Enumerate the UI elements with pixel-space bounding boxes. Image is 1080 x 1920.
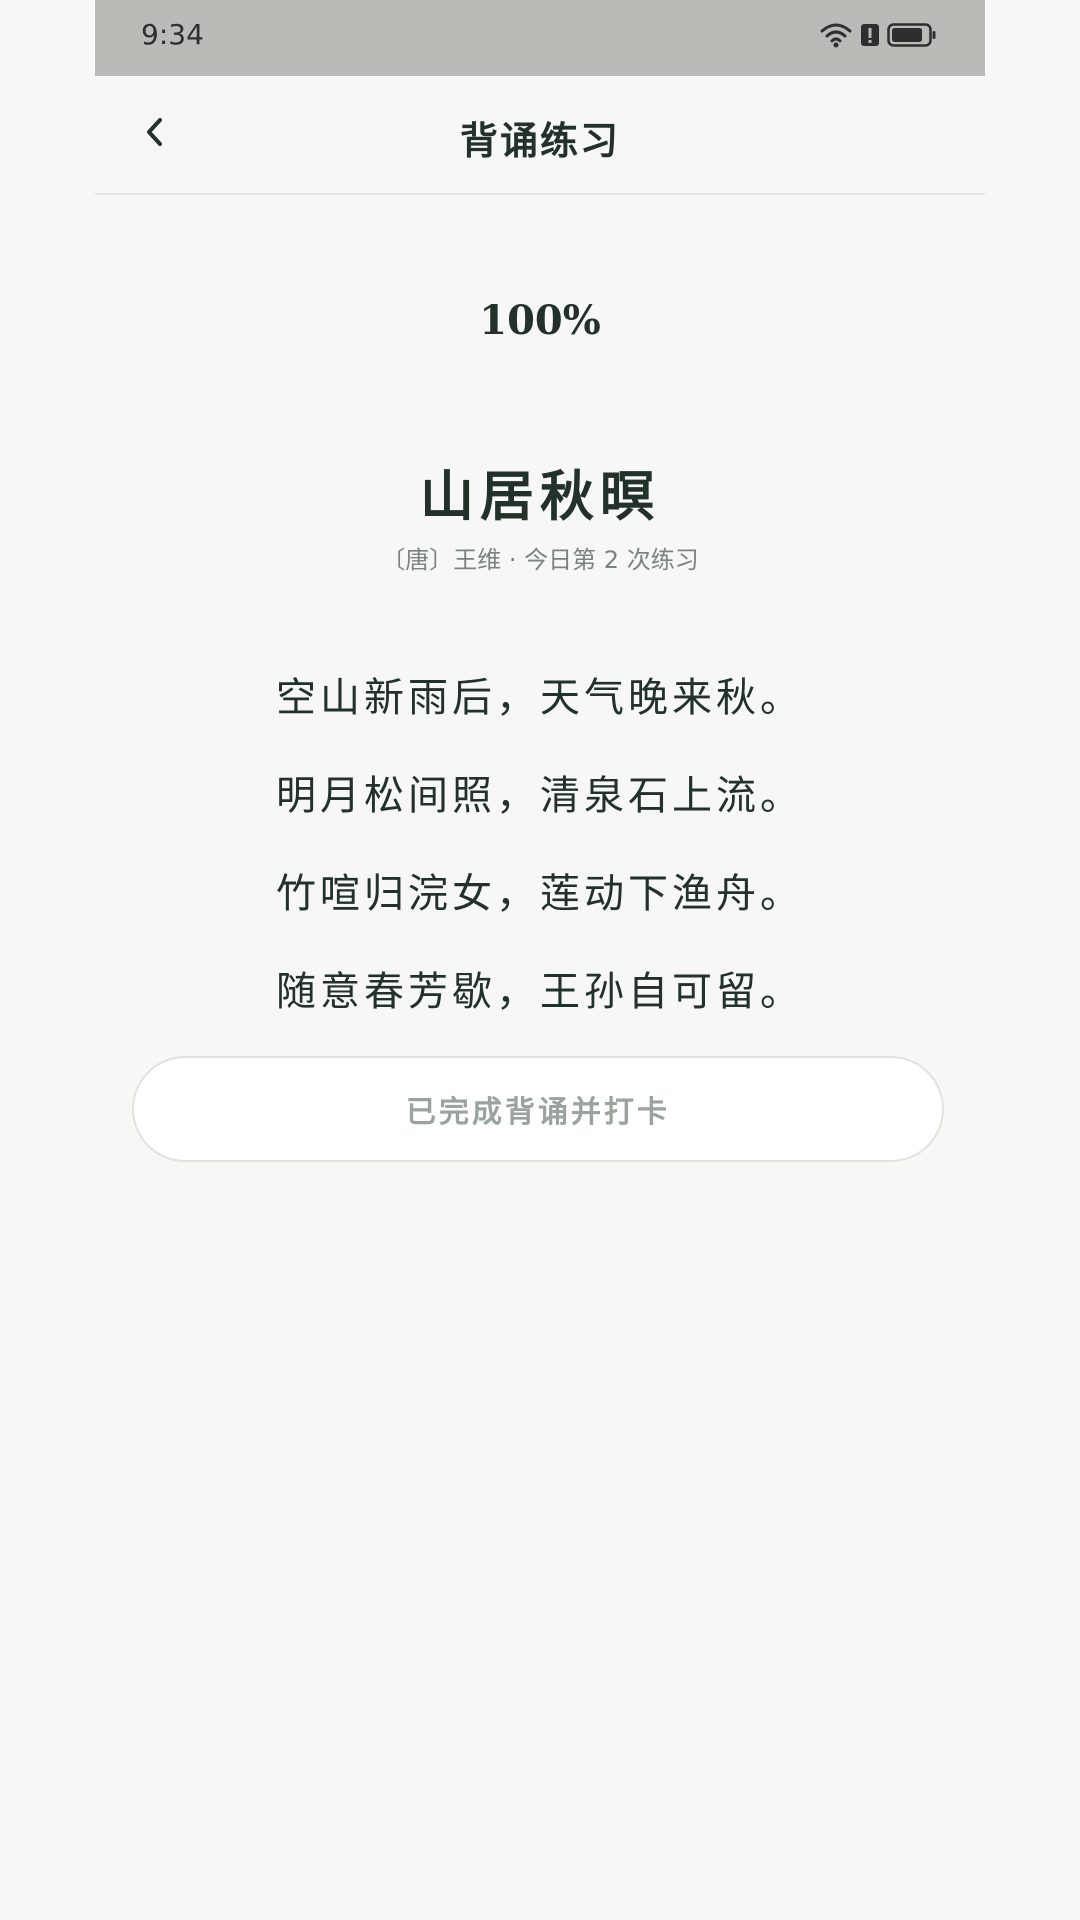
poem-body: 空山新雨后，天气晚来秋。 明月松间照，清泉石上流。 竹喧归浣女，莲动下渔舟。 随… [95, 668, 985, 1060]
poem-line: 明月松间照，清泉石上流。 [276, 773, 804, 819]
poem-line: 随意春芳歇，王孙自可留。 [276, 969, 804, 1015]
poem-line: 空山新雨后，天气晚来秋。 [276, 675, 804, 721]
page-title: 背诵练习 [459, 119, 620, 163]
status-time: 9:34 [141, 18, 204, 51]
complete-checkin-button[interactable]: 已完成背诵并打卡 [132, 1056, 944, 1162]
status-bar: 9:34 [95, 0, 985, 76]
top-app-bar: 背诵练习 [95, 76, 985, 195]
wifi-icon [819, 21, 853, 53]
progress-percentage: 100% [479, 297, 601, 344]
poem-meta: 〔唐〕王维 · 今日第 2 次练习 [381, 546, 699, 574]
status-icons [819, 20, 937, 54]
poem-title: 山居秋暝 [420, 465, 660, 528]
poem-line: 竹喧归浣女，莲动下渔舟。 [276, 871, 804, 917]
alert-icon [861, 22, 879, 52]
app-screen: 9:34 背诵练习 100% 山居秋暝 〔唐〕王维 · 今日第 2 次练习 空山… [95, 0, 985, 1920]
battery-icon [887, 22, 937, 52]
